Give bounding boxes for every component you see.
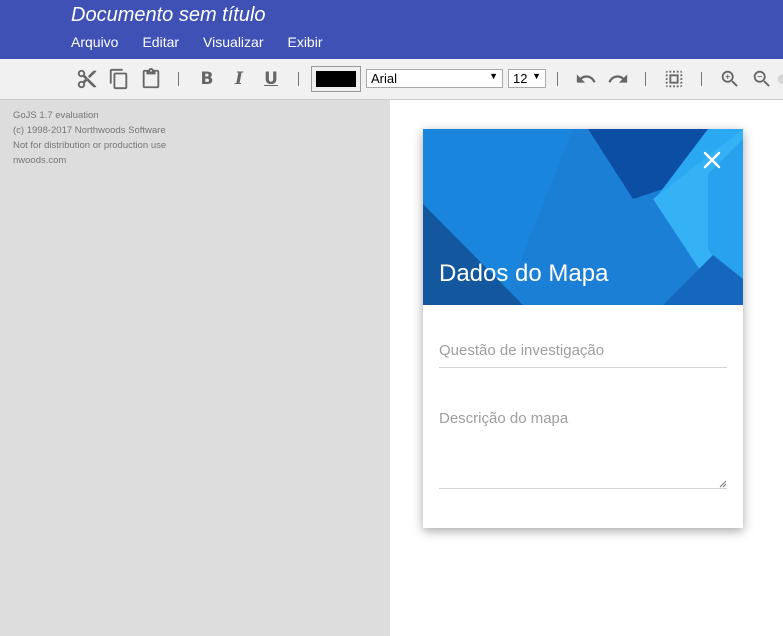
research-question-placeholder: Questão de investigação	[439, 342, 605, 359]
toolbar-separator	[645, 72, 646, 86]
font-family-value: Arial	[371, 71, 398, 86]
watermark-line: GoJS 1.7 evaluation	[13, 110, 99, 121]
cut-icon[interactable]	[75, 67, 99, 91]
watermark-line: Not for distribution or production use	[13, 140, 167, 151]
toolbar-separator	[298, 72, 299, 86]
paste-icon[interactable]	[139, 67, 163, 91]
close-icon[interactable]	[702, 150, 722, 170]
research-question-input[interactable]: Questão de investigação	[439, 342, 727, 368]
evaluation-watermark: GoJS 1.7 evaluation (c) 1998-2017 Northw…	[13, 108, 166, 168]
chevron-down-icon: ▼	[489, 71, 498, 81]
chevron-down-icon: ▼	[532, 71, 541, 81]
document-title[interactable]: Documento sem título	[71, 4, 266, 27]
font-size-select[interactable]: 12 ▼	[508, 69, 546, 88]
toolbar-separator	[557, 72, 558, 86]
toolbar-separator	[178, 72, 179, 86]
underline-icon[interactable]: U	[260, 67, 282, 91]
menu-item-arquivo[interactable]: Arquivo	[71, 34, 118, 50]
menu-bar: Arquivo Editar Visualizar Exibir	[71, 34, 347, 50]
zoom-out-icon[interactable]	[750, 67, 774, 91]
dialog-header: Dados do Mapa	[423, 129, 743, 305]
font-size-value: 12	[513, 71, 528, 86]
color-swatch	[316, 71, 356, 87]
diagram-canvas[interactable]: GoJS 1.7 evaluation (c) 1998-2017 Northw…	[0, 100, 390, 636]
resize-handle-icon[interactable]	[718, 479, 727, 488]
bold-icon[interactable]: B	[196, 67, 218, 91]
menu-item-editar[interactable]: Editar	[142, 34, 179, 50]
text-color-button[interactable]	[311, 66, 361, 92]
map-description-placeholder: Descrição do mapa	[439, 410, 569, 427]
toolbar-overflow-icon[interactable]	[777, 67, 783, 91]
map-data-dialog: Dados do Mapa Questão de investigação De…	[423, 129, 743, 528]
watermark-line: (c) 1998-2017 Northwoods Software	[13, 125, 166, 136]
copy-icon[interactable]	[107, 67, 131, 91]
dialog-title: Dados do Mapa	[439, 260, 609, 287]
toolbar: B I U Arial ▼ 12 ▼	[0, 59, 783, 100]
italic-icon[interactable]: I	[228, 67, 250, 91]
toolbar-separator	[701, 72, 702, 86]
undo-icon[interactable]	[574, 67, 598, 91]
map-description-textarea[interactable]: Descrição do mapa	[439, 410, 727, 489]
menu-item-exibir[interactable]: Exibir	[287, 34, 322, 50]
select-all-icon[interactable]	[662, 67, 686, 91]
font-family-select[interactable]: Arial ▼	[366, 69, 503, 88]
app-bar: Documento sem título Arquivo Editar Visu…	[0, 0, 783, 59]
redo-icon[interactable]	[606, 67, 630, 91]
watermark-line: nwoods.com	[13, 155, 67, 166]
menu-item-visualizar[interactable]: Visualizar	[203, 34, 263, 50]
zoom-in-icon[interactable]	[718, 67, 742, 91]
